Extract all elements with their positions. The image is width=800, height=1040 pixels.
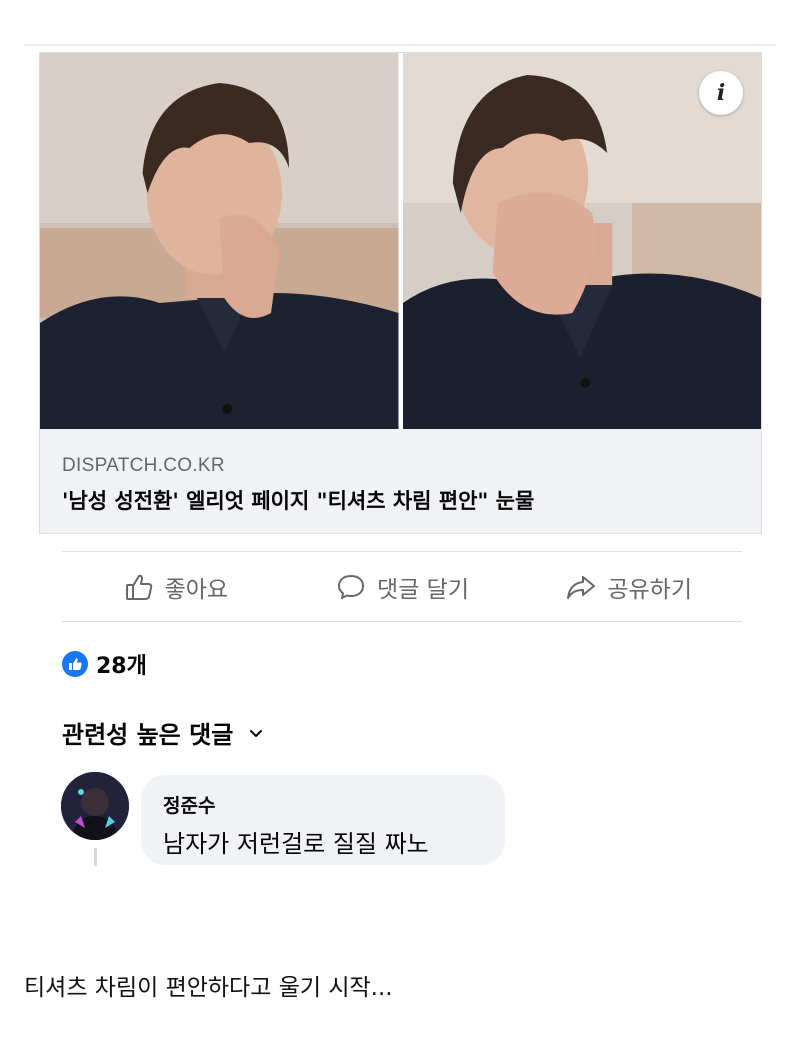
- reaction-summary[interactable]: 28개: [62, 648, 147, 680]
- actions-bottom-divider: [62, 621, 742, 622]
- share-label: 공유하기: [607, 577, 692, 603]
- article-photos: i: [40, 53, 761, 429]
- reaction-count: 28개: [96, 654, 147, 679]
- comment-author[interactable]: 정준수: [163, 791, 483, 818]
- comment-sort-dropdown[interactable]: 관련성 높은 댓글: [62, 715, 265, 750]
- chevron-down-icon: [250, 729, 263, 737]
- top-divider: [24, 44, 776, 46]
- comment-bubble: 정준수 남자가 저런걸로 질질 짜노: [141, 775, 505, 865]
- thumbs-up-icon: [125, 574, 152, 600]
- link-domain: DISPATCH.CO.KR: [62, 455, 225, 476]
- comment-text: 남자가 저런걸로 질질 짜노: [163, 830, 429, 858]
- like-label: 좋아요: [164, 577, 229, 603]
- article-photo-right: i: [402, 53, 761, 429]
- comment-button[interactable]: 댓글 달기: [289, 570, 516, 604]
- info-icon[interactable]: i: [699, 71, 743, 115]
- article-photo-left: [40, 53, 399, 429]
- like-button[interactable]: 좋아요: [62, 570, 289, 604]
- post-actions-bar: 좋아요 댓글 달기 공유하기: [62, 552, 742, 622]
- share-button[interactable]: 공유하기: [515, 570, 742, 604]
- comment-label: 댓글 달기: [377, 577, 469, 603]
- share-arrow-icon: [567, 576, 596, 599]
- comment-sort-label: 관련성 높은 댓글: [62, 721, 234, 749]
- link-preview-card[interactable]: i DISPATCH.CO.KR '남성 성전환' 엘리엇 페이지 "티셔츠 차…: [39, 52, 762, 534]
- link-meta: DISPATCH.CO.KR '남성 성전환' 엘리엇 페이지 "티셔츠 차림 …: [40, 429, 761, 533]
- like-reaction-icon: [62, 651, 88, 677]
- comment-bubble-icon: [338, 575, 365, 599]
- post-caption: 티셔츠 차림이 편안하다고 울기 시작...: [24, 975, 393, 1001]
- link-headline[interactable]: '남성 성전환' 엘리엇 페이지 "티셔츠 차림 편안" 눈물: [62, 485, 739, 515]
- thread-line: [94, 848, 97, 866]
- avatar[interactable]: [61, 772, 129, 840]
